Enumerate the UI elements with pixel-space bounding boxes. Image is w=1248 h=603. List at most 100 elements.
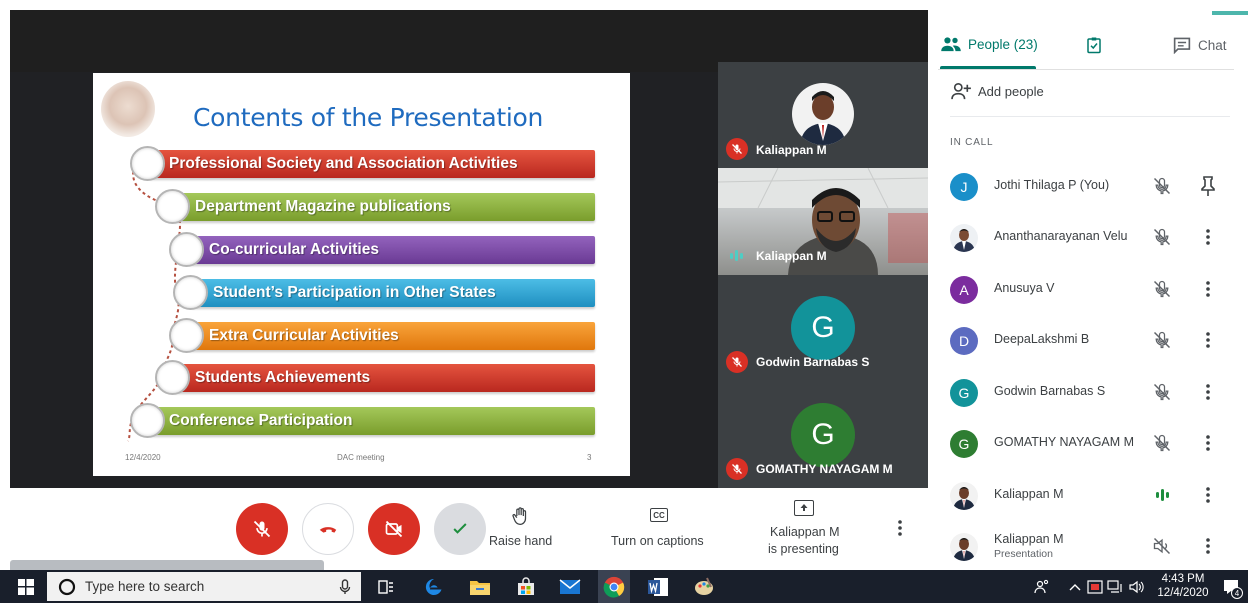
panel-divider xyxy=(938,69,1234,70)
slide-bullet-circle xyxy=(173,275,208,310)
microphone-icon[interactable] xyxy=(339,578,351,595)
participant-name: Ananthanarayanan Velu xyxy=(994,229,1128,243)
network-icon xyxy=(1107,579,1122,593)
panel-top-accent xyxy=(1212,11,1248,15)
volume-button[interactable] xyxy=(1128,570,1146,603)
people-icon xyxy=(941,37,961,52)
clock[interactable]: 4:43 PM 12/4/2020 xyxy=(1154,572,1212,600)
people-icon xyxy=(1034,579,1049,593)
show-hidden-icons-button[interactable] xyxy=(1066,570,1084,603)
video-tile-godwin[interactable]: G Godwin Barnabas S xyxy=(718,275,928,382)
avatar-photo xyxy=(950,224,978,252)
file-explorer-button[interactable] xyxy=(465,570,495,603)
participant-row[interactable]: G GOMATHY NAYAGAM M xyxy=(928,418,1248,468)
participant-name: Jothi Thilaga P (You) xyxy=(994,178,1110,192)
more-options-icon[interactable] xyxy=(1200,484,1216,506)
edge-browser-button[interactable] xyxy=(419,570,449,603)
slide-title: Contents of the Presentation xyxy=(193,103,544,132)
participant-row[interactable]: Kaliappan M xyxy=(928,470,1248,520)
add-people-label: Add people xyxy=(978,83,1044,99)
avatar-photo xyxy=(950,482,978,510)
store-button[interactable] xyxy=(511,570,541,603)
slide-bullet-circle xyxy=(130,403,165,438)
more-options-icon[interactable] xyxy=(1200,535,1216,557)
toggle-mic-button[interactable] xyxy=(236,503,288,555)
participant-name: Kaliappan M xyxy=(994,487,1064,501)
mic-muted-icon xyxy=(1153,434,1171,452)
participant-subtitle: Presentation xyxy=(994,548,1053,560)
avatar: G xyxy=(950,379,978,407)
hang-up-icon xyxy=(319,527,337,533)
video-tile-kaliappan[interactable]: Kaliappan M xyxy=(718,62,928,168)
mic-muted-icon xyxy=(1153,280,1171,298)
start-button[interactable] xyxy=(10,570,42,603)
action-center-button[interactable]: 4 xyxy=(1218,570,1244,603)
captions-icon[interactable]: CC xyxy=(650,508,668,522)
word-button[interactable] xyxy=(643,570,673,603)
people-button[interactable] xyxy=(1030,570,1054,603)
participant-row[interactable]: A Anusuya V xyxy=(928,264,1248,314)
slide-footer-title: DAC meeting xyxy=(337,453,385,462)
chat-icon xyxy=(1173,37,1191,54)
taskbar-search[interactable]: Type here to search xyxy=(47,572,361,601)
clipboard-check-icon xyxy=(1087,37,1101,54)
mail-button[interactable] xyxy=(555,570,585,603)
mic-muted-icon xyxy=(726,351,748,373)
tray-app-button[interactable] xyxy=(1086,570,1104,603)
presenting-status: is presenting xyxy=(768,542,839,556)
host-approve-button[interactable] xyxy=(434,503,486,555)
audio-muted-icon xyxy=(1153,537,1171,555)
raise-hand-label[interactable]: Raise hand xyxy=(489,534,552,548)
notification-count-badge: 4 xyxy=(1231,587,1243,599)
captions-label[interactable]: Turn on captions xyxy=(611,534,704,548)
slide-item-cocurricular: Co-curricular Activities xyxy=(189,236,595,264)
participant-name: Anusuya V xyxy=(994,281,1055,295)
task-view-button[interactable] xyxy=(372,570,400,603)
add-people-button[interactable]: Add people xyxy=(950,82,1044,100)
more-options-icon[interactable] xyxy=(1200,381,1216,403)
participant-row[interactable]: D DeepaLakshmi B xyxy=(928,315,1248,365)
tile-name: GOMATHY NAYAGAM M xyxy=(756,462,893,476)
toggle-camera-button[interactable] xyxy=(368,503,420,555)
video-tile-gomathy[interactable]: G GOMATHY NAYAGAM M xyxy=(718,382,928,488)
windows-taskbar: Type here to search 4:43 PM 12/4/2020 4 xyxy=(0,570,1248,603)
more-options-icon[interactable] xyxy=(1200,329,1216,351)
network-button[interactable] xyxy=(1106,570,1124,603)
avatar: G xyxy=(950,430,978,458)
more-options-icon[interactable] xyxy=(1200,278,1216,300)
slide-item-conference: Conference Participation xyxy=(149,407,595,435)
camera-off-icon xyxy=(385,520,403,538)
tile-name: Kaliappan M xyxy=(756,249,827,263)
avatar: D xyxy=(950,327,978,355)
leave-call-button[interactable] xyxy=(302,503,354,555)
tab-people-label: People (23) xyxy=(968,36,1038,52)
participant-row[interactable]: Ananthanarayanan Velu xyxy=(928,212,1248,262)
more-options-icon[interactable] xyxy=(1200,226,1216,248)
more-options-icon[interactable] xyxy=(894,518,906,538)
captions-icon-text: CC xyxy=(653,510,665,520)
participant-row[interactable]: Kaliappan M Presentation xyxy=(928,521,1248,571)
paint-palette-icon xyxy=(695,577,713,595)
slide-footer-page: 3 xyxy=(587,453,592,462)
speaking-indicator-icon xyxy=(1152,485,1169,505)
more-options-icon[interactable] xyxy=(1200,432,1216,454)
participant-row[interactable]: G Godwin Barnabas S xyxy=(928,367,1248,417)
tab-chat[interactable]: Chat xyxy=(1172,36,1227,54)
chrome-button[interactable] xyxy=(598,570,630,603)
search-placeholder: Type here to search xyxy=(85,579,205,594)
mic-muted-icon xyxy=(726,458,748,480)
mic-off-icon xyxy=(253,520,271,538)
slide-item-magazine: Department Magazine publications xyxy=(173,193,595,221)
tab-people[interactable]: People (23) xyxy=(940,36,1038,52)
task-view-icon xyxy=(378,579,393,594)
participant-row[interactable]: J Jothi Thilaga P (You) xyxy=(928,161,1248,211)
slide-item-extra-curricular: Extra Curricular Activities xyxy=(189,322,595,350)
folder-icon xyxy=(470,580,490,595)
presenting-icon[interactable] xyxy=(794,500,814,516)
pin-icon[interactable] xyxy=(1200,175,1216,197)
tab-activities[interactable] xyxy=(1085,36,1103,54)
side-panel: People (23) Chat Add people IN CALL J Jo… xyxy=(928,0,1248,570)
raise-hand-icon[interactable] xyxy=(510,504,532,528)
paint-button[interactable] xyxy=(689,570,719,603)
video-tile-kaliappan-camera[interactable]: Kaliappan M xyxy=(718,168,928,275)
